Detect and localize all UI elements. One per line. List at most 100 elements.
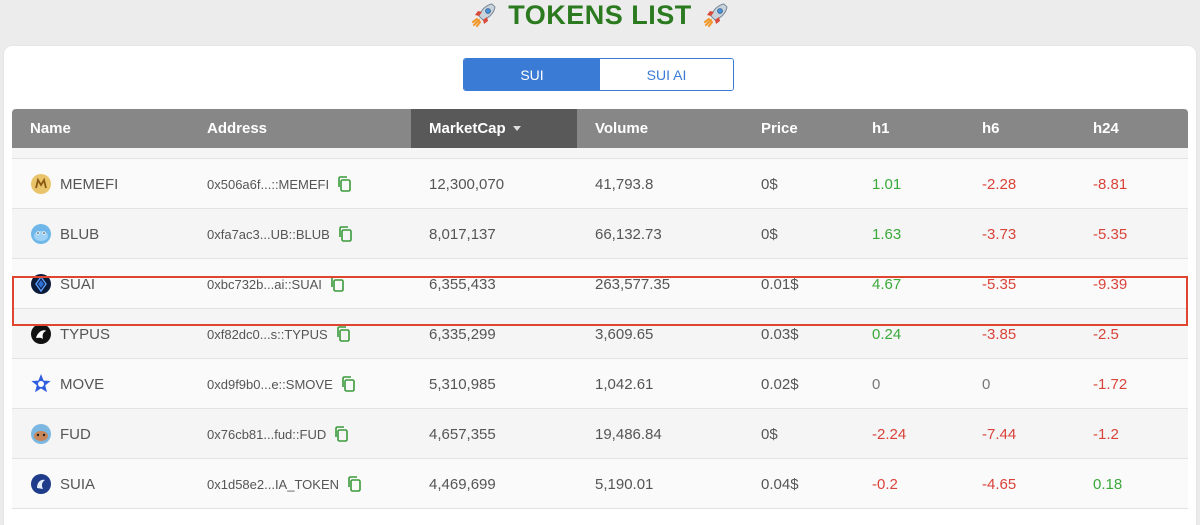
cell-volume: 5,190.01 [577, 459, 743, 509]
cell-volume: 66,132.73 [577, 209, 743, 259]
rocket-icon [470, 1, 498, 29]
token-name: SUAI [60, 275, 96, 293]
cell-name: BLUB [12, 209, 189, 259]
cell-h24: -5.35 [1075, 209, 1188, 259]
value-h1: -0.2 [872, 475, 898, 493]
cell-h6: -3.73 [964, 209, 1075, 259]
table-row[interactable]: SUAI 0xbc732b...ai::SUAI 6,355,433 263,577.… [12, 259, 1188, 309]
sort-desc-icon [512, 126, 521, 131]
cell-h24: -8.81 [1075, 159, 1188, 209]
cell-name: TYPUS [12, 309, 189, 359]
cell-h6: -5.35 [964, 259, 1075, 309]
cell-price: 0.04$ [743, 459, 854, 509]
value-marketcap: 12,300,070 [429, 175, 505, 193]
cell-marketcap: 5,310,985 [411, 359, 577, 409]
value-h24: -1.2 [1093, 425, 1119, 443]
cell-marketcap: 6,355,433 [411, 259, 577, 309]
value-marketcap: 6,335,299 [429, 325, 496, 343]
token-address: 0x1d58e2...IA_TOKEN [207, 476, 340, 492]
copy-icon[interactable] [336, 326, 350, 342]
value-h6: -4.65 [982, 475, 1017, 493]
token-name: BLUB [60, 225, 100, 243]
copy-icon[interactable] [334, 426, 349, 442]
token-address: 0xf82dc0...s::TYPUS [207, 326, 328, 342]
value-marketcap: 5,310,985 [429, 375, 496, 393]
copy-icon[interactable] [338, 226, 352, 242]
table-row[interactable]: BLUB 0xfa7ac3...UB::BLUB 8,017,137 66,132.7… [12, 209, 1188, 259]
cell-name: FUD [12, 409, 189, 459]
table-row[interactable]: TYPUS 0xf82dc0...s::TYPUS 6,335,299 3,609.6… [12, 309, 1188, 359]
column-header-volume[interactable]: Volume [577, 109, 743, 148]
token-name: FUD [60, 425, 91, 443]
copy-icon[interactable] [341, 376, 355, 392]
table-header: Name Address MarketCap Volume Price h1 h… [12, 109, 1188, 148]
cell-h6: 0 [964, 359, 1075, 409]
value-h24: 0.18 [1093, 475, 1123, 493]
value-h6: -2.28 [982, 175, 1017, 193]
cell-volume: 3,609.65 [577, 309, 743, 359]
cell-h24: -9.39 [1075, 259, 1188, 309]
table-row[interactable]: FUD 0x76cb81...fud::FUD 4,657,355 19,486.84… [12, 409, 1188, 459]
cell-price: 0.02$ [743, 359, 854, 409]
token-name: TYPUS [60, 325, 111, 343]
table-row[interactable]: MOVE 0xd9f9b0...e::SMOVE 5,310,985 1,042.61… [12, 359, 1188, 409]
tab-sui[interactable]: SUI [464, 59, 600, 90]
cell-address: 0xbc732b...ai::SUAI [189, 259, 411, 309]
value-marketcap: 4,469,699 [429, 475, 496, 493]
cell-h24: 0.18 [1075, 459, 1188, 509]
value-volume: 263,577.35 [595, 275, 671, 293]
value-volume: 5,190.01 [595, 475, 654, 493]
value-h24: -9.39 [1093, 275, 1128, 293]
rocket-icon [702, 1, 730, 29]
cell-name: SUIA [12, 459, 189, 509]
cell-address: 0x1d58e2...IA_TOKEN [189, 459, 411, 509]
value-volume: 41,793.8 [595, 175, 654, 193]
cell-marketcap: 4,657,355 [411, 409, 577, 459]
column-header-price[interactable]: Price [743, 109, 854, 148]
page-title: TOKENS LIST [508, 0, 692, 30]
suia-icon [30, 473, 52, 495]
value-h1: 1.01 [872, 175, 902, 193]
copy-icon[interactable] [347, 476, 361, 492]
value-h1: 0 [872, 375, 881, 393]
column-header-h6[interactable]: h6 [964, 109, 1075, 148]
token-name: MEMEFI [60, 175, 119, 193]
value-volume: 3,609.65 [595, 325, 654, 343]
column-header-marketcap[interactable]: MarketCap [411, 109, 577, 148]
cell-price: 0$ [743, 409, 854, 459]
value-price: 0$ [761, 175, 778, 193]
table-row[interactable]: MEMEFI 0x506a6f...::MEMEFI 12,300,070 41,79… [12, 159, 1188, 209]
cell-h1: 4.67 [854, 259, 964, 309]
column-header-name[interactable]: Name [12, 109, 189, 148]
value-volume: 19,486.84 [595, 425, 662, 443]
value-h1: 0.24 [872, 325, 902, 343]
cell-h1: 1.01 [854, 159, 964, 209]
cell-h6: -3.85 [964, 309, 1075, 359]
cell-volume: 1,042.61 [577, 359, 743, 409]
table-row[interactable]: SUIA 0x1d58e2...IA_TOKEN 4,469,699 5,190.01… [12, 459, 1188, 509]
value-price: 0$ [761, 225, 778, 243]
column-header-h24[interactable]: h24 [1075, 109, 1188, 148]
cell-h6: -4.65 [964, 459, 1075, 509]
value-price: 0.01$ [761, 275, 799, 293]
cell-h6: -2.28 [964, 159, 1075, 209]
tab-sui-ai[interactable]: SUI AI [600, 59, 733, 90]
cell-marketcap: 12,300,070 [411, 159, 577, 209]
fud-icon [30, 423, 52, 445]
cell-h6: -7.44 [964, 409, 1075, 459]
column-header-address[interactable]: Address [189, 109, 411, 148]
value-h1: -2.24 [872, 425, 907, 443]
tokens-table: Name Address MarketCap Volume Price h1 h… [12, 109, 1188, 525]
token-address: 0xd9f9b0...e::SMOVE [207, 376, 333, 392]
cell-volume: 19,486.84 [577, 409, 743, 459]
value-h6: -3.85 [982, 325, 1017, 343]
chain-tabs: SUI SUI AI [463, 58, 734, 91]
copy-icon[interactable] [330, 276, 344, 292]
value-h24: -2.5 [1093, 325, 1119, 343]
value-price: 0$ [761, 425, 778, 443]
cell-h1: 1.63 [854, 209, 964, 259]
cell-price: 0.01$ [743, 259, 854, 309]
cell-address: 0xd9f9b0...e::SMOVE [189, 359, 411, 409]
column-header-h1[interactable]: h1 [854, 109, 964, 148]
copy-icon[interactable] [337, 176, 351, 192]
